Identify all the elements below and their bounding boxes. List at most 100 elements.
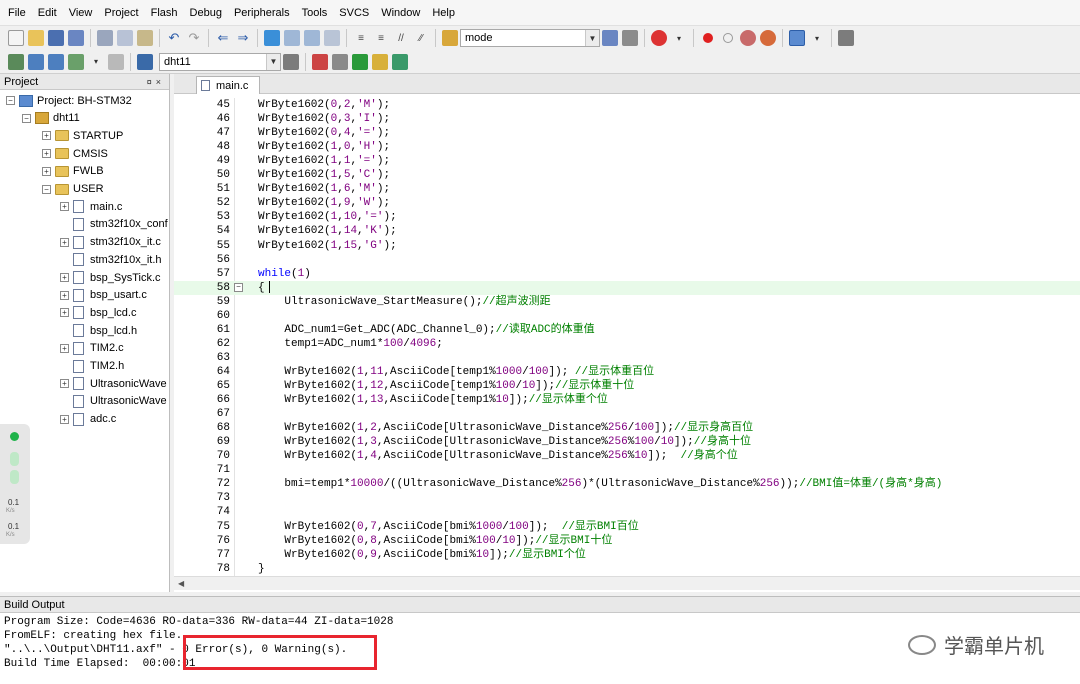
- tree-item[interactable]: + stm32f10x_it.c: [60, 234, 161, 251]
- menu-edit[interactable]: Edit: [34, 0, 65, 26]
- code-line[interactable]: 63: [174, 351, 1080, 365]
- code-line[interactable]: 64 WrByte1602(1,11,AsciiCode[temp1%1000/…: [174, 365, 1080, 379]
- code-line[interactable]: 67: [174, 407, 1080, 421]
- batch-build-icon[interactable]: [68, 53, 84, 70]
- file-extensions-icon[interactable]: [332, 53, 348, 70]
- find-in-files-icon[interactable]: [442, 30, 458, 46]
- menu-project[interactable]: Project: [100, 0, 146, 26]
- nav-forward-icon[interactable]: ⇒: [235, 30, 251, 46]
- chevron-down-icon[interactable]: ▼: [585, 30, 599, 46]
- rebuild-icon[interactable]: [48, 53, 64, 70]
- menu-file[interactable]: File: [4, 0, 34, 26]
- bookmark-clear-icon[interactable]: [324, 30, 340, 46]
- fold-collapse-icon[interactable]: −: [234, 282, 243, 292]
- code-line[interactable]: 54 WrByte1602(1,14,'K');: [174, 224, 1080, 238]
- tree-item[interactable]: + TIM2.c: [60, 340, 124, 357]
- menu-window[interactable]: Window: [377, 0, 428, 26]
- menu-peripherals[interactable]: Peripherals: [230, 0, 298, 26]
- tree-item[interactable]: + CMSIS: [42, 145, 108, 162]
- expand-icon[interactable]: +: [42, 149, 51, 159]
- tree-item[interactable]: + STARTUP: [42, 127, 123, 144]
- tree-item[interactable]: bsp_lcd.h: [60, 322, 137, 339]
- expand-icon[interactable]: +: [60, 237, 69, 247]
- indent-icon[interactable]: ≡: [353, 30, 369, 46]
- new-file-icon[interactable]: [8, 30, 24, 46]
- breakpoint-icon[interactable]: [703, 33, 713, 43]
- chevron-down-icon[interactable]: ▾: [88, 54, 104, 70]
- code-line[interactable]: 57 while(1): [174, 267, 1080, 281]
- tree-item[interactable]: UltrasonicWave: [60, 393, 167, 410]
- uncomment-icon[interactable]: ∕∕: [413, 30, 429, 46]
- copy-icon[interactable]: [117, 30, 133, 46]
- expand-icon[interactable]: +: [60, 379, 69, 389]
- bookmark-next-icon[interactable]: [304, 30, 320, 46]
- code-line[interactable]: 45 WrByte1602(0,2,'M');: [174, 98, 1080, 112]
- tree-item[interactable]: − dht11: [22, 110, 80, 127]
- tree-item[interactable]: + UltrasonicWave: [60, 375, 167, 392]
- tree-item[interactable]: TIM2.h: [60, 358, 124, 375]
- tree-item[interactable]: + bsp_usart.c: [60, 287, 147, 304]
- code-line[interactable]: 50 WrByte1602(1,5,'C');: [174, 168, 1080, 182]
- collapse-icon[interactable]: −: [6, 96, 15, 105]
- expand-icon[interactable]: +: [60, 290, 69, 300]
- code-line[interactable]: 61 ADC_num1=Get_ADC(ADC_Channel_0);//读取A…: [174, 323, 1080, 337]
- target-combo[interactable]: dht11 ▼: [159, 52, 281, 71]
- scroll-left-arrow-icon[interactable]: ◀: [178, 577, 184, 591]
- collapse-icon[interactable]: −: [22, 113, 31, 123]
- select-packs-icon[interactable]: [352, 53, 368, 70]
- expand-icon[interactable]: +: [42, 131, 51, 141]
- chevron-down-icon[interactable]: ▾: [671, 30, 687, 46]
- open-folder-icon[interactable]: [28, 30, 44, 46]
- manage-components-icon[interactable]: [312, 53, 328, 70]
- incremental-find-icon[interactable]: [622, 30, 638, 46]
- target-options-icon[interactable]: [283, 53, 299, 70]
- code-line[interactable]: 46 WrByte1602(0,3,'I');: [174, 112, 1080, 126]
- collapse-icon[interactable]: −: [42, 184, 51, 194]
- tree-item[interactable]: − USER: [42, 181, 104, 198]
- expand-icon[interactable]: +: [60, 273, 69, 282]
- tree-item[interactable]: stm32f10x_it.h: [60, 251, 162, 268]
- mode-combo[interactable]: mode ▼: [460, 29, 600, 47]
- tab-main-c[interactable]: main.c: [196, 76, 260, 94]
- save-all-icon[interactable]: [68, 30, 84, 46]
- tree-item[interactable]: stm32f10x_conf: [60, 216, 168, 233]
- find-icon[interactable]: [602, 30, 618, 46]
- breakpoint-clear-icon[interactable]: [740, 30, 756, 46]
- code-line[interactable]: 59 UltrasonicWave_StartMeasure();//超声波测距: [174, 295, 1080, 309]
- menu-debug[interactable]: Debug: [186, 0, 230, 26]
- code-line[interactable]: 55 WrByte1602(1,15,'G');: [174, 239, 1080, 253]
- code-line[interactable]: 74: [174, 505, 1080, 519]
- code-line[interactable]: 49 WrByte1602(1,1,'=');: [174, 154, 1080, 168]
- code-line[interactable]: 62 temp1=ADC_num1*100/4096;: [174, 337, 1080, 351]
- chevron-down-icon[interactable]: ▼: [266, 53, 280, 70]
- menu-flash[interactable]: Flash: [147, 0, 186, 26]
- bookmark-icon[interactable]: [264, 30, 280, 46]
- code-line[interactable]: 73: [174, 491, 1080, 505]
- code-line[interactable]: 52 WrByte1602(1,9,'W');: [174, 196, 1080, 210]
- pack-installer-icon[interactable]: [372, 53, 388, 70]
- code-line[interactable]: 78}: [174, 562, 1080, 576]
- code-line[interactable]: 60: [174, 309, 1080, 323]
- code-line[interactable]: 70 WrByte1602(1,4,AsciiCode[UltrasonicWa…: [174, 449, 1080, 463]
- code-line[interactable]: 69 WrByte1602(1,3,AsciiCode[UltrasonicWa…: [174, 435, 1080, 449]
- panel-pin-close-icons[interactable]: ¤×: [147, 77, 165, 87]
- save-icon[interactable]: [48, 30, 64, 46]
- menu-view[interactable]: View: [65, 0, 101, 26]
- build-icon[interactable]: [28, 53, 44, 70]
- code-line[interactable]: 75 WrByte1602(0,7,AsciiCode[bmi%1000/100…: [174, 520, 1080, 534]
- code-line[interactable]: 56: [174, 253, 1080, 267]
- breakpoint-kill-icon[interactable]: [760, 30, 776, 46]
- expand-icon[interactable]: +: [60, 414, 69, 424]
- tree-item[interactable]: + adc.c: [60, 411, 116, 428]
- window-layout-icon[interactable]: [789, 30, 805, 46]
- code-line[interactable]: 72 bmi=temp1*10000/((UltrasonicWave_Dist…: [174, 477, 1080, 491]
- code-line[interactable]: 48 WrByte1602(1,0,'H');: [174, 140, 1080, 154]
- expand-icon[interactable]: +: [60, 202, 69, 212]
- download-load-icon[interactable]: [137, 53, 153, 70]
- code-line[interactable]: 47 WrByte1602(0,4,'=');: [174, 126, 1080, 140]
- menu-tools[interactable]: Tools: [298, 0, 336, 26]
- bookmark-prev-icon[interactable]: [284, 30, 300, 46]
- translate-icon[interactable]: [8, 53, 24, 70]
- chevron-down-icon[interactable]: ▾: [809, 30, 825, 46]
- configure-wrench-icon[interactable]: [838, 30, 854, 46]
